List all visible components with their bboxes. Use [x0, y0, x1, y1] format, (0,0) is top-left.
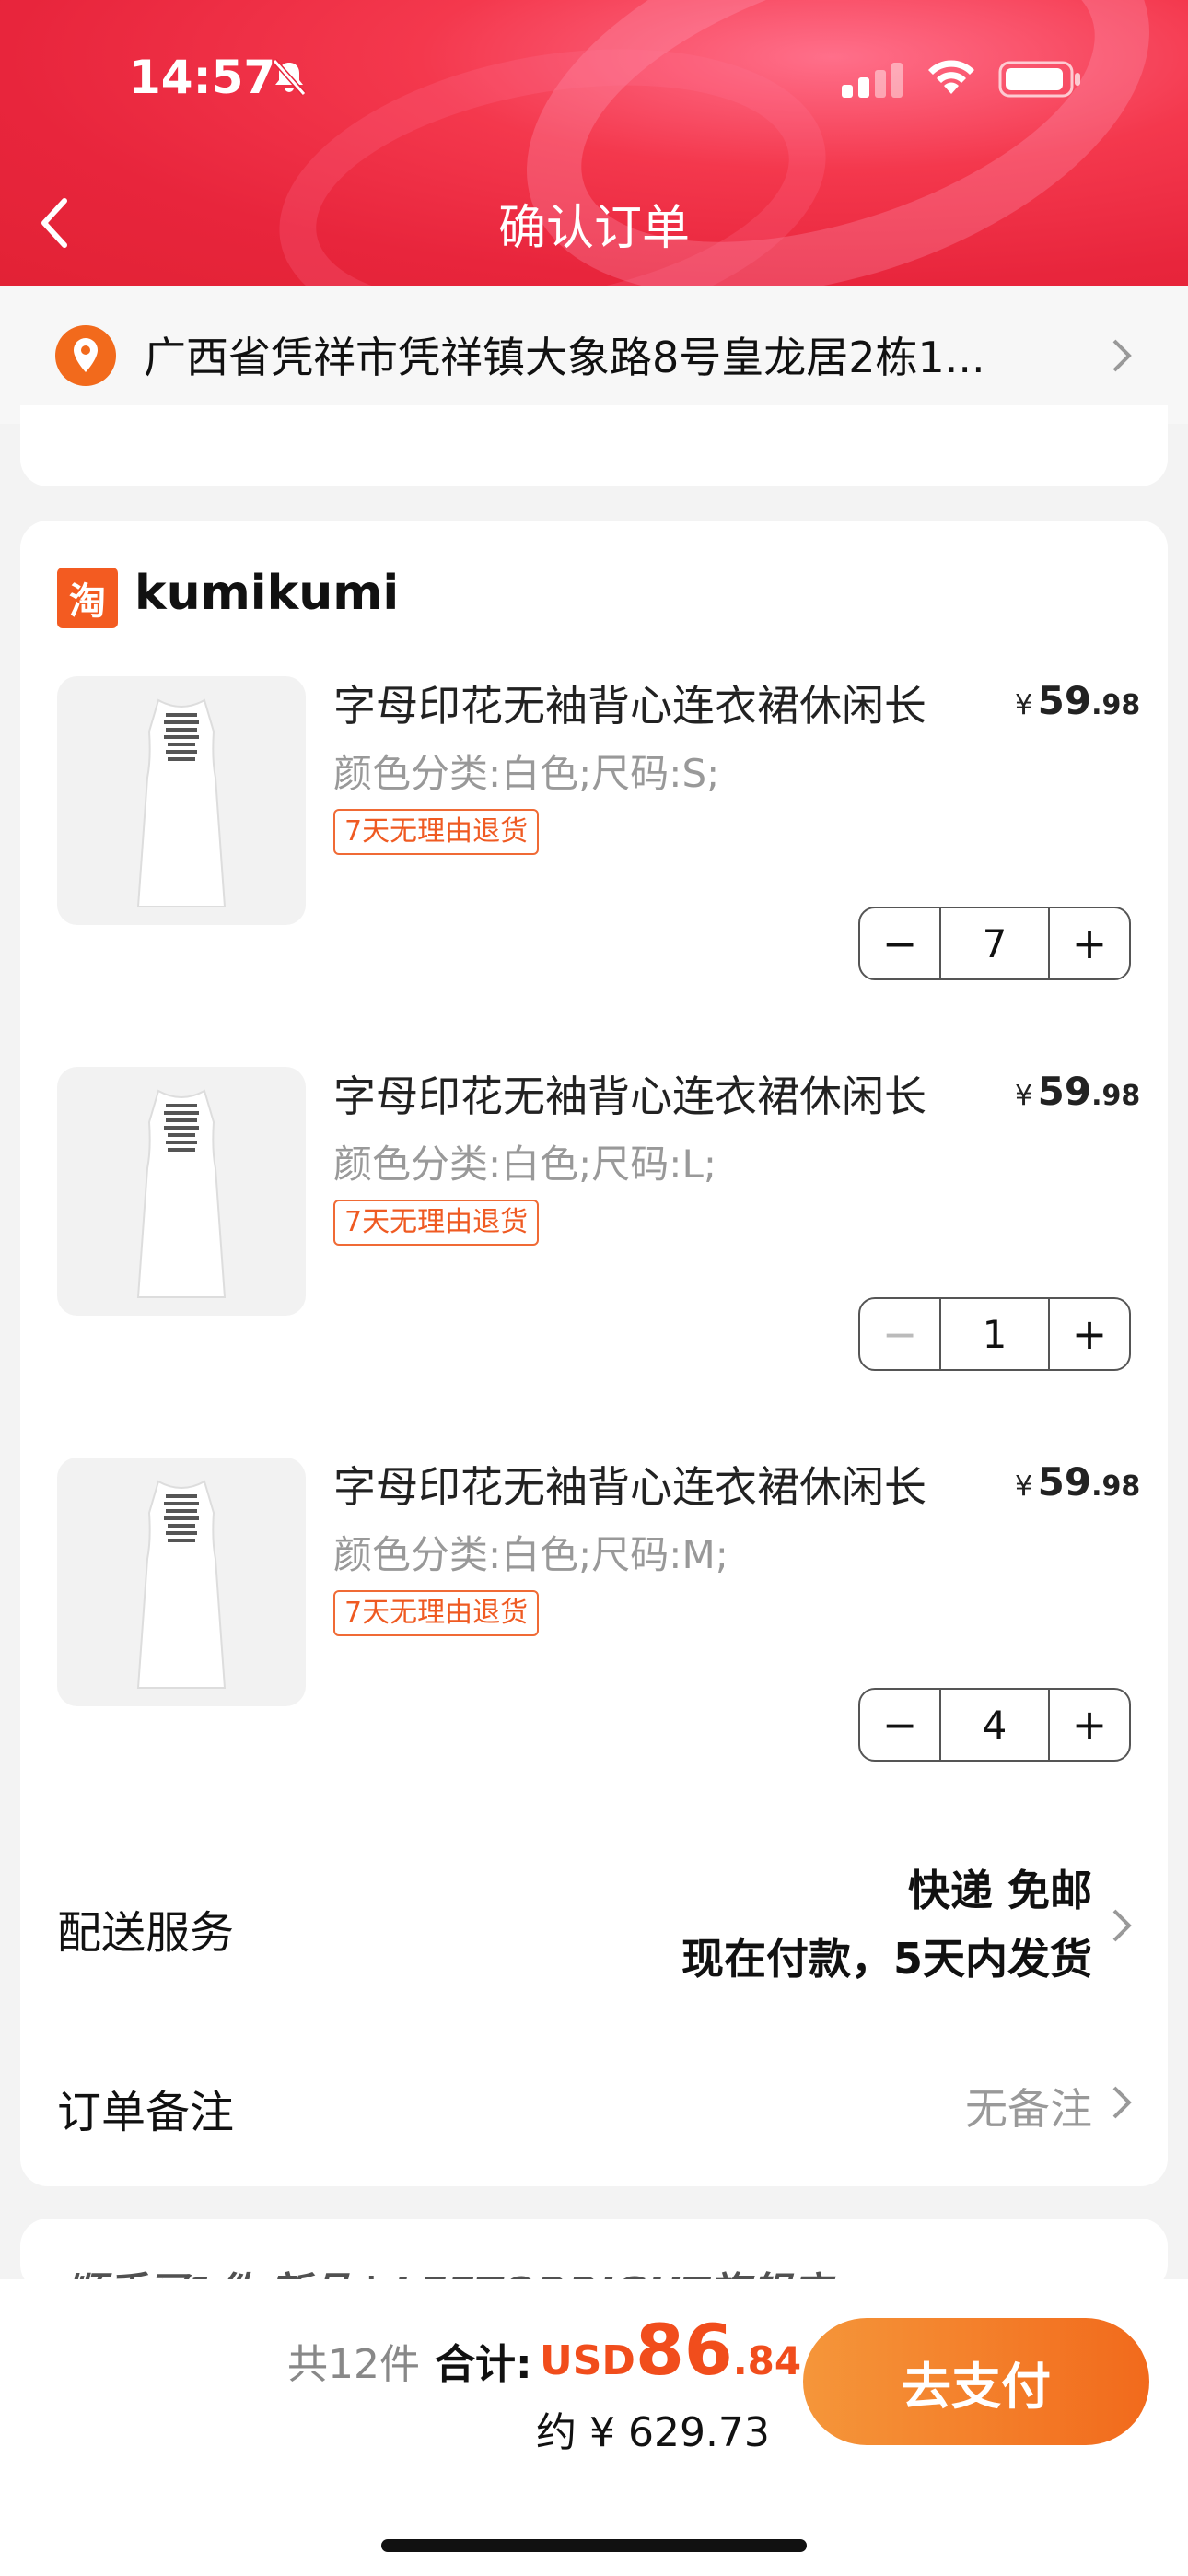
wifi-icon: [928, 60, 974, 94]
increase-button[interactable]: +: [1050, 1299, 1129, 1369]
return-policy-badge: 7天无理由退货: [333, 809, 540, 855]
decrease-button[interactable]: −: [860, 1690, 939, 1760]
shop-name[interactable]: kumikumi: [134, 566, 399, 621]
quantity-value[interactable]: 4: [939, 1690, 1050, 1760]
product-price: ¥ 59.98: [1015, 678, 1141, 723]
taobao-logo: 淘: [57, 568, 118, 628]
return-policy-badge: 7天无理由退货: [333, 1200, 540, 1246]
product-price: ¥ 59.98: [1015, 1459, 1141, 1505]
return-policy-badge: 7天无理由退货: [333, 1590, 540, 1636]
order-note-value[interactable]: 无备注: [965, 2076, 1092, 2137]
quantity-value[interactable]: 7: [939, 908, 1050, 978]
order-note-label: 订单备注: [57, 2087, 235, 2138]
chevron-right-icon[interactable]: [1111, 1907, 1133, 1944]
product-image[interactable]: [57, 1458, 306, 1706]
product-image[interactable]: [57, 1067, 306, 1316]
decrease-button[interactable]: −: [860, 1299, 939, 1369]
address-text[interactable]: 广西省凭祥市凭祥镇大象路8号皇龙居2栋1...: [144, 324, 985, 385]
quantity-value[interactable]: 1: [939, 1299, 1050, 1369]
status-time: 14:57: [129, 51, 276, 104]
product-title[interactable]: 字母印花无袖背心连衣裙休闲长: [333, 1454, 926, 1515]
decrease-button[interactable]: −: [860, 908, 939, 978]
delivery-label: 配送服务: [57, 1907, 235, 1959]
product-spec[interactable]: 颜色分类:白色;尺码:L;: [333, 1133, 716, 1189]
total-label: 合计:: [435, 2341, 532, 2388]
address-card-bottom: [20, 405, 1168, 486]
quantity-stepper: − 7 +: [858, 907, 1131, 980]
location-pin-icon: [55, 325, 116, 386]
battery-icon: [998, 61, 1080, 98]
cellular-signal-icon: [842, 63, 903, 98]
delivery-time[interactable]: 现在付款，5天内发货: [681, 1926, 1092, 1986]
delivery-method[interactable]: 快递 免邮: [908, 1857, 1092, 1918]
quantity-stepper: − 4 +: [858, 1688, 1131, 1762]
product-spec[interactable]: 颜色分类:白色;尺码:M;: [333, 1524, 728, 1580]
increase-button[interactable]: +: [1050, 908, 1129, 978]
product-price: ¥ 59.98: [1015, 1069, 1141, 1114]
product-image[interactable]: [57, 676, 306, 925]
item-count: 共12件: [287, 2341, 420, 2388]
total-amount: USD86.84: [540, 2309, 802, 2391]
page-title: 确认订单: [497, 201, 690, 256]
product-title[interactable]: 字母印花无袖背心连衣裙休闲长: [333, 1063, 926, 1124]
pay-button[interactable]: 去支付: [803, 2318, 1149, 2445]
chevron-right-icon[interactable]: [1111, 2084, 1133, 2121]
product-spec[interactable]: 颜色分类:白色;尺码:S;: [333, 743, 719, 799]
quantity-stepper: − 1 +: [858, 1297, 1131, 1371]
bell-slash-icon: [272, 59, 307, 96]
product-title[interactable]: 字母印花无袖背心连衣裙休闲长: [333, 673, 926, 733]
chevron-right-icon[interactable]: [1111, 337, 1133, 374]
home-indicator[interactable]: [381, 2539, 807, 2552]
approx-cny-total: 约 ¥ 629.73: [536, 2409, 770, 2456]
increase-button[interactable]: +: [1050, 1690, 1129, 1760]
